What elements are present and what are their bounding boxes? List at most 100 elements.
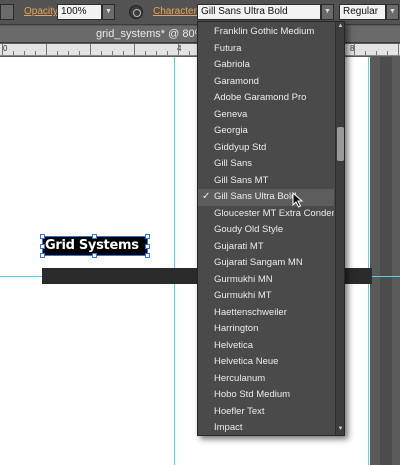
font-menu-item[interactable]: Herculanum bbox=[198, 371, 334, 388]
menu-scrollbar[interactable]: ▲ ▼ bbox=[335, 22, 344, 435]
font-menu-item[interactable]: Garamond bbox=[198, 74, 334, 91]
font-menu-item[interactable]: Gurmukhi MN bbox=[198, 272, 334, 289]
font-menu-item-label: Gill Sans Ultra Bold bbox=[214, 191, 297, 202]
ruler-tick bbox=[123, 51, 124, 55]
font-menu-item-label: Gujarati MT bbox=[214, 240, 264, 252]
font-menu-item-label: Impact bbox=[214, 422, 243, 433]
ruler-tick bbox=[2, 44, 3, 55]
recolor-icon[interactable] bbox=[129, 5, 143, 19]
font-menu-item[interactable]: Geneva bbox=[198, 107, 334, 124]
font-menu-item[interactable]: Georgia bbox=[198, 123, 334, 140]
selection-handle[interactable] bbox=[145, 253, 150, 258]
illustrator-window: Opacity: 100% ▼ Character: Gill Sans Ult… bbox=[0, 0, 400, 465]
menu-scroll-thumb[interactable] bbox=[337, 127, 344, 161]
font-menu-item-label: Hoefler Text bbox=[214, 405, 265, 417]
ruler-tick bbox=[13, 51, 14, 55]
font-menu-item-label: Harrington bbox=[214, 323, 259, 334]
character-label[interactable]: Character: bbox=[153, 6, 200, 17]
font-menu-item-label: Giddyup Std bbox=[214, 141, 267, 153]
font-family-input[interactable]: Gill Sans Ultra Bold bbox=[197, 4, 321, 20]
ruler-tick bbox=[365, 51, 366, 55]
font-family-menu[interactable]: Franklin Gothic Medium Futura Gabriola Gara… bbox=[197, 21, 345, 436]
ruler-tick bbox=[90, 44, 91, 55]
ruler-label: 0 bbox=[3, 44, 8, 53]
ruler-tick bbox=[156, 51, 157, 55]
vertical-scrollbar[interactable] bbox=[370, 57, 400, 465]
font-family-dropdown-arrow[interactable]: ▼ bbox=[321, 4, 334, 20]
selection-handle[interactable] bbox=[145, 234, 150, 239]
font-menu-item-label: Gurmukhi MN bbox=[214, 273, 273, 285]
font-menu-item-label: Herculanum bbox=[214, 372, 266, 384]
scroll-down-arrow-icon[interactable]: ▼ bbox=[336, 426, 344, 432]
font-menu-item[interactable]: Gloucester MT Extra Condensed bbox=[198, 206, 334, 223]
opacity-dropdown-arrow[interactable]: ▼ bbox=[102, 4, 115, 20]
font-menu-item[interactable]: Futura bbox=[198, 41, 334, 58]
font-menu-item-label: Gill Sans MT bbox=[214, 174, 269, 186]
opacity-label[interactable]: Opacity: bbox=[24, 6, 61, 17]
font-menu-item-label: Gurmukhi MT bbox=[214, 290, 272, 301]
opacity-input[interactable]: 100% bbox=[57, 4, 102, 20]
vertical-guide[interactable] bbox=[368, 57, 369, 465]
font-menu-item-label: Gloucester MT Extra Condensed bbox=[214, 207, 334, 219]
ruler-tick bbox=[398, 44, 399, 55]
font-menu-item[interactable]: Adobe Garamond Pro bbox=[198, 90, 334, 107]
font-menu-item-label: Haettenschweiler bbox=[214, 306, 287, 318]
ruler-tick bbox=[46, 44, 47, 55]
ruler-tick bbox=[101, 51, 102, 55]
font-menu-item[interactable]: Hobo Std Medium bbox=[198, 387, 334, 404]
ruler-tick bbox=[178, 44, 179, 55]
font-style-dropdown-arrow[interactable]: ▼ bbox=[386, 4, 399, 20]
scroll-up-arrow-icon[interactable]: ▲ bbox=[336, 23, 344, 29]
font-menu-item-label: Helvetica Neue bbox=[214, 356, 279, 367]
text-frame-content[interactable]: Grid Systems bbox=[45, 238, 139, 253]
font-menu-item[interactable]: Gujarati Sangam MN bbox=[198, 255, 334, 272]
font-menu-item[interactable]: Gill Sans MT bbox=[198, 173, 334, 190]
ruler-tick bbox=[24, 51, 25, 55]
font-menu-item[interactable]: Gujarati MT bbox=[198, 239, 334, 256]
selection-handle[interactable] bbox=[40, 253, 45, 258]
font-menu-item[interactable]: Haettenschweiler bbox=[198, 305, 334, 322]
font-menu-item-label: Gill Sans bbox=[214, 158, 253, 169]
font-menu-item-label: Helvetica bbox=[214, 339, 254, 351]
font-menu-item[interactable]: Gill Sans bbox=[198, 156, 334, 173]
ruler-tick bbox=[376, 51, 377, 55]
selection-handle[interactable] bbox=[92, 234, 97, 239]
vertical-guide[interactable] bbox=[174, 57, 175, 465]
font-menu-item[interactable]: Helvetica bbox=[198, 338, 334, 355]
font-menu-item-label: Adobe Garamond Pro bbox=[214, 92, 307, 103]
checkmark-icon: ✓ bbox=[202, 191, 211, 202]
font-menu-item-label: Gujarati Sangam MN bbox=[214, 257, 303, 268]
selection-handle[interactable] bbox=[92, 253, 97, 258]
selection-handle[interactable] bbox=[145, 244, 150, 249]
font-menu-item-label: Franklin Gothic Medium bbox=[214, 26, 315, 37]
font-menu-item[interactable]: Gabriola bbox=[198, 57, 334, 74]
ruler-tick bbox=[167, 51, 168, 55]
ruler-tick bbox=[79, 51, 80, 55]
font-menu-item-label: Georgia bbox=[214, 125, 248, 136]
ruler-tick bbox=[57, 51, 58, 55]
selection-handle[interactable] bbox=[40, 244, 45, 249]
fill-swatch-dropdown[interactable] bbox=[0, 4, 14, 20]
mouse-pointer-icon bbox=[292, 192, 304, 208]
ruler-tick bbox=[189, 51, 190, 55]
font-style-input[interactable]: Regular bbox=[339, 4, 386, 20]
font-menu-item[interactable]: Franklin Gothic Medium bbox=[198, 24, 334, 41]
ruler-tick bbox=[145, 51, 146, 55]
font-menu-item[interactable]: ✓ Gill Sans Ultra Bold bbox=[198, 189, 334, 206]
font-menu-item[interactable]: Impact bbox=[198, 420, 334, 435]
font-menu-item[interactable]: Harrington bbox=[198, 321, 334, 338]
ruler-tick bbox=[68, 51, 69, 55]
font-menu-item-label: Futura bbox=[214, 42, 242, 54]
font-menu-item[interactable]: Hoefler Text bbox=[198, 404, 334, 421]
font-menu-item[interactable]: Goudy Old Style bbox=[198, 222, 334, 239]
font-menu-item[interactable]: Helvetica Neue bbox=[198, 354, 334, 371]
font-menu-item-label: Goudy Old Style bbox=[214, 224, 284, 235]
font-menu-item-label: Garamond bbox=[214, 75, 259, 87]
ruler-tick bbox=[387, 51, 388, 55]
font-menu-item-label: Gabriola bbox=[214, 59, 250, 70]
font-menu-item[interactable]: Giddyup Std bbox=[198, 140, 334, 157]
ruler-tick bbox=[112, 51, 113, 55]
selection-handle[interactable] bbox=[40, 234, 45, 239]
font-menu-item-label: Geneva bbox=[214, 108, 248, 120]
font-menu-item[interactable]: Gurmukhi MT bbox=[198, 288, 334, 305]
